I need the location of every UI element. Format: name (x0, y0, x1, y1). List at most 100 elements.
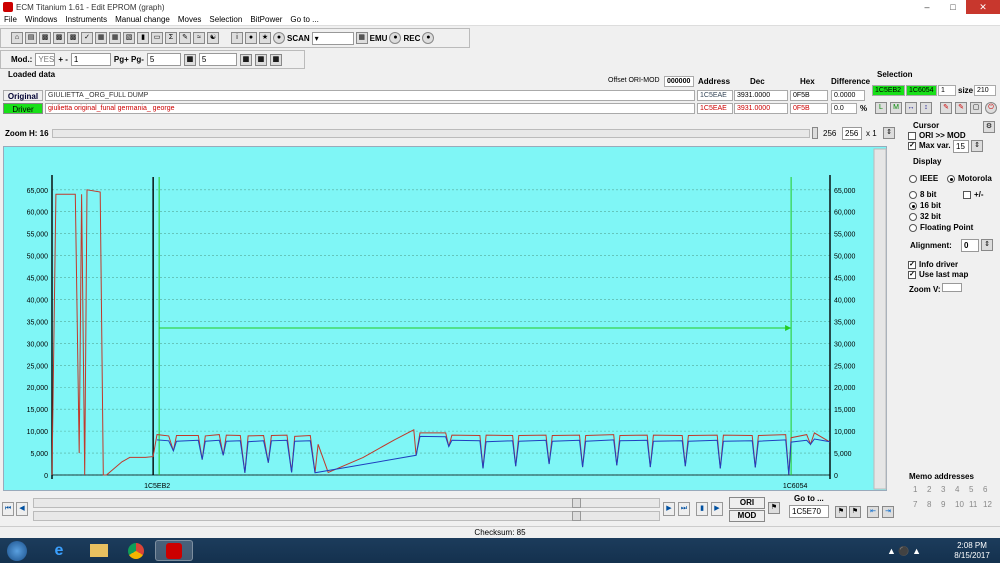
maxvar-checkbox[interactable]: ✓ (908, 141, 916, 150)
sign-checkbox[interactable] (963, 190, 971, 199)
save-as-icon[interactable]: ▩ (53, 32, 65, 44)
map-icon[interactable]: ▦ (95, 32, 107, 44)
goto-left-icon[interactable]: ⇤ (867, 506, 879, 518)
goto-right-icon[interactable]: ⇥ (882, 506, 894, 518)
info-driver-checkbox[interactable]: ✓ (908, 260, 916, 269)
binoculars-icon[interactable]: ☯ (207, 32, 219, 44)
float-option[interactable]: Floating Point (909, 223, 973, 232)
tray-icons[interactable]: ▲ ⚫ ▲ (887, 546, 921, 557)
alignment-field[interactable]: 0 (961, 239, 979, 252)
eprom-chart[interactable]: 0 0 5,000 5,000 10,000 10,000 15,000 15,000 20,0… (4, 147, 888, 492)
sign-option[interactable]: +/- (963, 190, 984, 199)
memo-address-1[interactable]: 1 (913, 485, 927, 494)
memo-address-4[interactable]: 4 (955, 485, 969, 494)
battery-icon[interactable]: ▮ (137, 32, 149, 44)
bit16-option[interactable]: 16 bit (909, 201, 941, 210)
sigma-icon[interactable]: Σ (165, 32, 177, 44)
disk-icon[interactable]: ▩ (67, 32, 79, 44)
driver-label[interactable]: Driver (3, 103, 43, 114)
h-scroll-thumb-top[interactable] (572, 498, 581, 508)
page-field[interactable]: 5 (146, 53, 181, 66)
h-scroll-thumb-bottom[interactable] (572, 511, 581, 521)
zoom-v2[interactable]: 256 (842, 127, 862, 140)
zoom-h-slider[interactable] (52, 129, 810, 138)
h-scrollbar-bottom[interactable] (33, 511, 660, 521)
menu-manual-change[interactable]: Manual change (115, 15, 170, 24)
info-driver-option[interactable]: ✓ Info driver (908, 260, 958, 269)
mod-button[interactable]: MOD (729, 510, 765, 522)
flag-icon[interactable]: ⚑ (768, 502, 780, 514)
edit-icon[interactable]: ✎ (179, 32, 191, 44)
zoom-h-thumb[interactable] (812, 127, 818, 139)
step-back-icon[interactable]: ▮ (696, 502, 708, 516)
select-end-icon[interactable]: M (890, 102, 902, 114)
select-start-icon[interactable]: L (875, 102, 887, 114)
offset-value[interactable]: 000000 (664, 76, 694, 87)
selection-start[interactable]: 1C5EB2 (872, 85, 905, 96)
goto-field[interactable]: 1C5E70 (789, 505, 829, 518)
prev-icon[interactable]: ◀ (16, 502, 28, 516)
selection-one[interactable]: 1 (938, 85, 956, 96)
record-icon[interactable]: ● (273, 32, 285, 44)
alignment-spin[interactable]: ⇕ (981, 239, 993, 251)
motorola-option[interactable]: Motorola (947, 174, 992, 183)
columns-icon[interactable]: ▦ (254, 53, 267, 66)
maxvar-option[interactable]: ✓ Max var. (908, 141, 951, 150)
ie-taskbar-button[interactable]: e (40, 540, 78, 561)
explorer-taskbar-button[interactable] (80, 540, 118, 561)
open-icon[interactable]: ▤ (25, 32, 37, 44)
original-label[interactable]: Original (3, 90, 43, 101)
zoom-spin[interactable]: ⇕ (883, 127, 895, 139)
bit16-radio[interactable] (909, 201, 917, 210)
power-icon[interactable]: ⏻ (985, 102, 997, 114)
copy-icon[interactable]: ▭ (151, 32, 163, 44)
driver-icon[interactable]: ▧ (123, 32, 135, 44)
memo-address-7[interactable]: 7 (913, 500, 927, 509)
scan-select[interactable]: ▾ (311, 31, 354, 45)
lock-icon[interactable]: ● (245, 32, 257, 44)
ori-mod-checkbox[interactable] (908, 131, 916, 140)
chrome-taskbar-button[interactable] (117, 540, 155, 561)
start-button[interactable] (2, 540, 32, 561)
ecm-taskbar-button[interactable] (155, 540, 193, 561)
run-icon[interactable]: ★ (259, 32, 271, 44)
menu-moves[interactable]: Moves (178, 15, 202, 24)
zoom-v-slider[interactable] (942, 283, 962, 292)
rec-button-icon[interactable]: ● (422, 32, 435, 44)
motorola-radio[interactable] (947, 174, 955, 183)
menu-windows[interactable]: Windows (25, 15, 57, 24)
size-value[interactable]: 210 (974, 85, 996, 96)
graph-area[interactable]: 0 0 5,000 5,000 10,000 10,000 15,000 15,000 20,0… (3, 146, 887, 491)
paste-sel-icon[interactable]: ✎ (955, 102, 967, 114)
home-icon[interactable]: ⌂ (11, 32, 23, 44)
bit8-radio[interactable] (909, 190, 917, 199)
use-last-map-option[interactable]: ✓ Use last map (908, 270, 968, 279)
memo-address-2[interactable]: 2 (927, 485, 941, 494)
table-icon[interactable]: ▦ (109, 32, 121, 44)
memo-address-12[interactable]: 12 (983, 500, 997, 509)
clear-sel-icon[interactable]: ▢ (970, 102, 982, 114)
memo-address-9[interactable]: 9 (941, 500, 955, 509)
menu-goto[interactable]: Go to ... (290, 15, 318, 24)
memo-address-3[interactable]: 3 (941, 485, 955, 494)
menu-selection[interactable]: Selection (209, 15, 242, 24)
h-scrollbar-top[interactable] (33, 498, 660, 508)
select-all-icon[interactable]: ↕ (920, 102, 932, 114)
chart-icon[interactable]: ≈ (193, 32, 205, 44)
emu-button-icon[interactable]: ● (389, 32, 402, 44)
menu-file[interactable]: File (4, 15, 17, 24)
maximize-button[interactable]: □ (940, 0, 966, 14)
menu-instruments[interactable]: Instruments (65, 15, 107, 24)
step-fwd-icon[interactable]: ▶ (711, 502, 723, 516)
grid-icon[interactable]: ▦ (239, 53, 252, 66)
float-radio[interactable] (909, 223, 917, 232)
ieee-option[interactable]: IEEE (909, 174, 938, 183)
save-icon[interactable]: ▩ (39, 32, 51, 44)
cursor-icon[interactable]: ⚙ (983, 121, 995, 133)
close-button[interactable]: ✕ (966, 0, 1000, 14)
memo-address-10[interactable]: 10 (955, 500, 969, 509)
memo-address-11[interactable]: 11 (969, 500, 983, 509)
mod-field[interactable]: YES (35, 53, 56, 66)
memo-address-6[interactable]: 6 (983, 485, 997, 494)
maxvar-field[interactable]: 15 (953, 140, 969, 153)
